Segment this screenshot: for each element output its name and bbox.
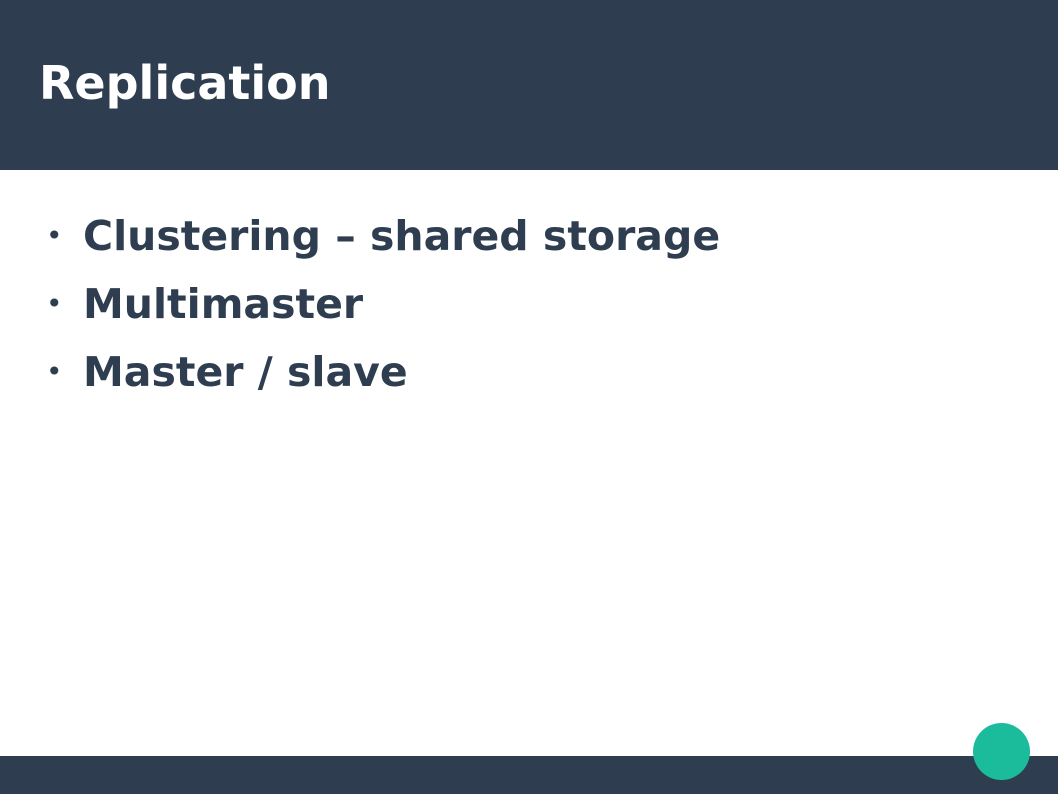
bullet-item-master-slave: • Master / slave <box>46 338 720 406</box>
bullet-marker: • <box>46 219 63 252</box>
bullet-marker: • <box>46 287 63 320</box>
header-bar: Replication <box>0 0 1058 170</box>
bullet-list: • Clustering – shared storage • Multimas… <box>46 202 720 406</box>
bullet-marker: • <box>46 355 63 388</box>
accent-circle <box>973 723 1030 780</box>
bullet-text: Multimaster <box>83 280 364 328</box>
slide: Replication • Clustering – shared storag… <box>0 0 1058 794</box>
footer-bar <box>0 756 1058 794</box>
bullet-item-clustering: • Clustering – shared storage <box>46 202 720 270</box>
slide-title: Replication <box>39 56 331 110</box>
bullet-text: Clustering – shared storage <box>83 212 721 260</box>
bullet-item-multimaster: • Multimaster <box>46 270 720 338</box>
bullet-text: Master / slave <box>83 348 408 396</box>
